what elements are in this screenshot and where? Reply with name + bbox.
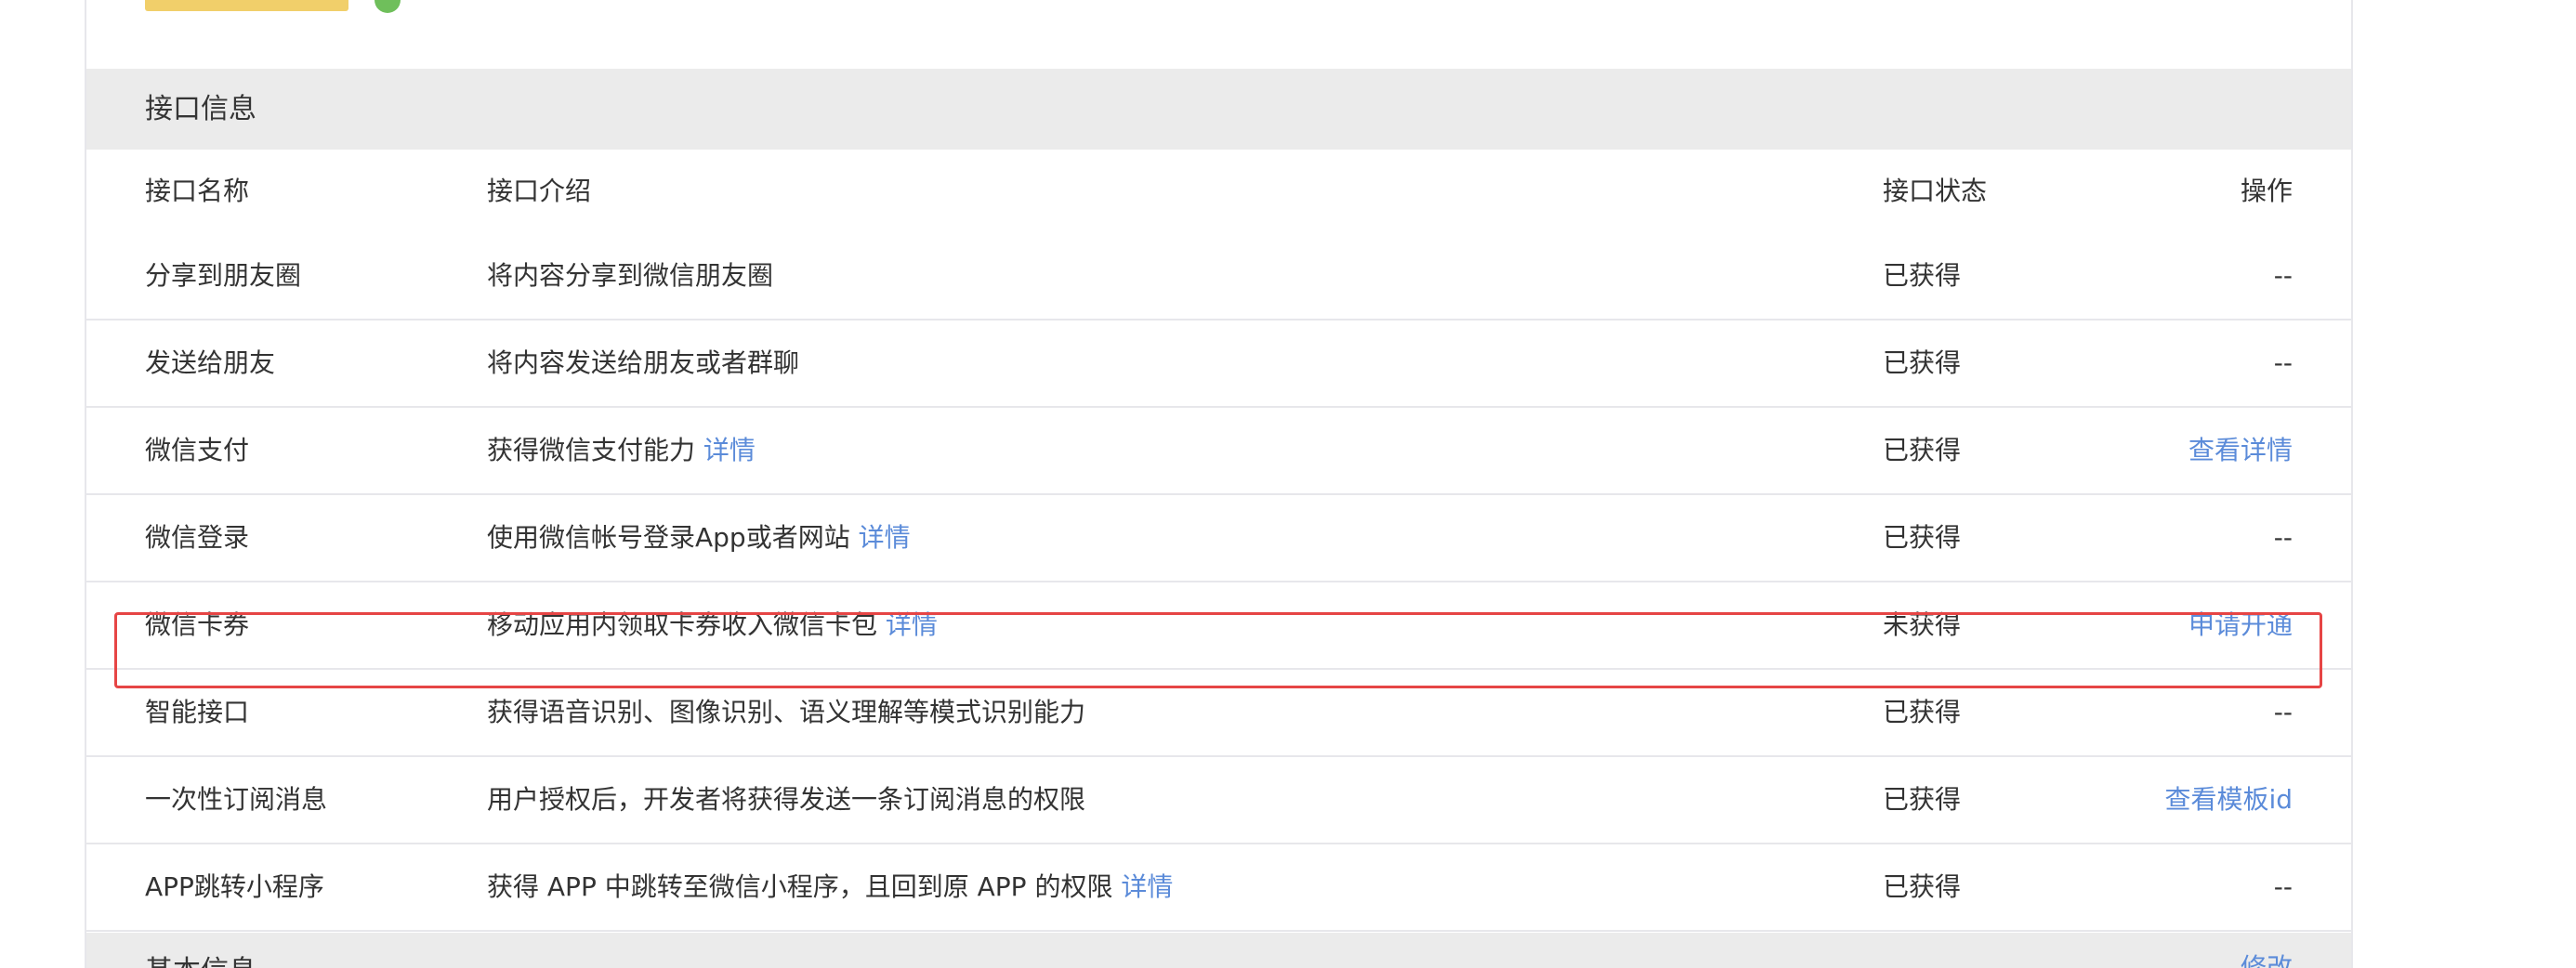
table-row: 微信卡券 移动应用内领取卡券收入微信卡包 详情 未获得 申请开通 [86,582,2351,670]
interface-table: 接口名称 接口介绍 接口状态 操作 分享到朋友圈 将内容分享到微信朋友圈 已获得 --… [86,150,2351,932]
interface-desc: 使用微信帐号登录App或者网站 [487,522,850,553]
interface-desc: 获得语音识别、图像识别、语义理解等模式识别能力 [487,697,1086,727]
table-row: 分享到朋友圈 将内容分享到微信朋友圈 已获得 -- [86,233,2351,320]
interface-desc: 用户授权后，开发者将获得发送一条订阅消息的权限 [487,784,1086,815]
table-row: APP跳转小程序 获得 APP 中跳转至微信小程序，且回到原 APP 的权限 详情… [86,844,2351,932]
table-row: 发送给朋友 将内容发送给朋友或者群聊 已获得 -- [86,320,2351,408]
operation-link[interactable]: 申请开通 [2188,582,2293,668]
header-op: 操作 [2240,176,2293,206]
interface-status: 未获得 [1883,609,1962,640]
interface-name: APP跳转小程序 [145,871,324,902]
interface-desc-cell: 用户授权后，开发者将获得发送一条订阅消息的权限 [487,757,1085,843]
interface-name: 一次性订阅消息 [145,784,328,815]
details-link[interactable]: 详情 [1121,871,1173,902]
interface-name: 智能接口 [145,697,250,727]
section-header: 接口信息 [86,69,2351,150]
success-icon [375,0,401,13]
operation-placeholder: -- [2273,260,2293,291]
interface-name: 发送给朋友 [145,347,276,378]
interface-desc-cell: 获得语音识别、图像识别、语义理解等模式识别能力 [487,670,1085,755]
table-header-row: 接口名称 接口介绍 接口状态 操作 [86,150,2351,233]
interface-status: 已获得 [1883,522,1962,553]
page: 接口信息 接口名称 接口介绍 接口状态 操作 分享到朋友圈 将内容分享到微信朋友圈… [0,0,2576,968]
interface-desc: 获得微信支付能力 [487,435,696,465]
interface-desc: 移动应用内领取卡券收入微信卡包 [487,609,878,640]
status-banner-edge [145,0,348,11]
operation-link[interactable]: 查看详情 [2188,408,2293,493]
interface-status: 已获得 [1883,260,1962,291]
interface-status: 已获得 [1883,697,1962,727]
next-section-title: 基本信息 [145,948,256,968]
operation-link[interactable]: 查看模板id [2164,757,2293,843]
details-link[interactable]: 详情 [859,522,911,553]
header-name: 接口名称 [145,176,250,206]
interface-name: 微信登录 [145,522,250,553]
table-row: 微信登录 使用微信帐号登录App或者网站 详情 已获得 -- [86,495,2351,582]
header-status: 接口状态 [1883,176,1988,206]
interface-desc-cell: 获得 APP 中跳转至微信小程序，且回到原 APP 的权限 详情 [487,844,1173,930]
interface-desc-cell: 移动应用内领取卡券收入微信卡包 详情 [487,582,938,668]
details-link[interactable]: 详情 [886,609,938,640]
content-panel: 接口信息 接口名称 接口介绍 接口状态 操作 分享到朋友圈 将内容分享到微信朋友圈… [85,0,2353,968]
interface-status: 已获得 [1883,871,1962,902]
interface-desc-cell: 获得微信支付能力 详情 [487,408,756,493]
interface-name: 微信支付 [145,435,250,465]
interface-status: 已获得 [1883,347,1962,378]
interface-name: 分享到朋友圈 [145,260,302,291]
operation-placeholder: -- [2273,347,2293,378]
table-body: 分享到朋友圈 将内容分享到微信朋友圈 已获得 -- 发送给朋友 将内容发送给朋友或者群聊已… [86,233,2351,932]
interface-desc: 获得 APP 中跳转至微信小程序，且回到原 APP 的权限 [487,871,1113,902]
header-desc: 接口介绍 [487,176,592,206]
table-row: 一次性订阅消息 用户授权后，开发者将获得发送一条订阅消息的权限 已获得 查看模板id [86,757,2351,844]
section-title: 接口信息 [145,93,256,125]
interface-status: 已获得 [1883,435,1962,465]
interface-desc-cell: 将内容分享到微信朋友圈 [487,233,773,319]
interface-desc-cell: 使用微信帐号登录App或者网站 详情 [487,495,911,581]
operation-placeholder: -- [2273,522,2293,553]
table-row: 智能接口 获得语音识别、图像识别、语义理解等模式识别能力 已获得 -- [86,670,2351,757]
interface-desc: 将内容发送给朋友或者群聊 [487,347,800,378]
interface-status: 已获得 [1883,784,1962,815]
next-section-link[interactable]: 修改 [2241,948,2293,968]
interface-name: 微信卡券 [145,609,250,640]
top-strip [86,0,2351,69]
interface-desc-cell: 将内容发送给朋友或者群聊 [487,320,799,406]
operation-placeholder: -- [2273,871,2293,902]
operation-placeholder: -- [2273,697,2293,727]
next-section-header: 基本信息 修改 [86,933,2351,968]
table-row: 微信支付 获得微信支付能力 详情 已获得 查看详情 [86,408,2351,495]
interface-desc: 将内容分享到微信朋友圈 [487,260,774,291]
details-link[interactable]: 详情 [703,435,756,465]
